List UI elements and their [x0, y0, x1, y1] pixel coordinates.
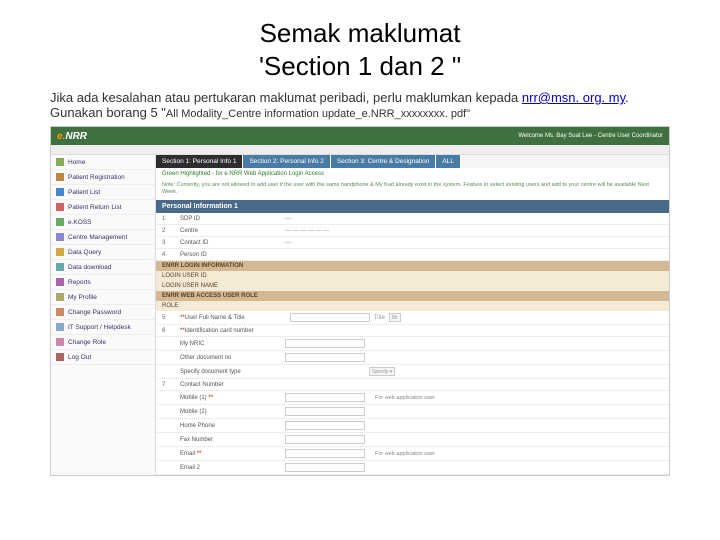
row-personid: 4Person ID — [156, 249, 669, 261]
row-idnum: 6**Identification card number — [156, 325, 669, 337]
role-header: ENRR WEB ACCESS USER ROLE — [156, 291, 669, 301]
row-fullname: 5**User Full Name & TitleTitleMr — [156, 311, 669, 325]
sidebar-item-home[interactable]: Home — [51, 155, 155, 170]
slide-title: Semak maklumat — [20, 18, 700, 49]
centre-icon — [56, 233, 64, 241]
row-nric: My NRIC — [156, 337, 669, 351]
download-icon — [56, 263, 64, 271]
fax-input[interactable] — [285, 435, 365, 444]
sidebar-item-data-download[interactable]: Data download — [51, 260, 155, 275]
sidebar-item-reports[interactable]: Reports — [51, 275, 155, 290]
title-select[interactable]: Mr — [389, 313, 401, 322]
login-header: ENRR LOGIN INFORMATION — [156, 261, 669, 271]
role-icon — [56, 338, 64, 346]
logo: e.NRR — [57, 131, 87, 142]
note-info: Note: Currently, you are not allowed to … — [156, 180, 669, 200]
row-mobile2: Mobile (2) — [156, 405, 669, 419]
fullname-input[interactable] — [290, 313, 370, 322]
mobile2-input[interactable] — [285, 407, 365, 416]
sidebar-item-centre-mgmt[interactable]: Centre Management — [51, 230, 155, 245]
sidebar-item-data-query[interactable]: Data Query — [51, 245, 155, 260]
sidebar-item-patient-list[interactable]: Patient List — [51, 185, 155, 200]
tabs: Section 1: Personal Info 1 Section 2: Pe… — [156, 155, 669, 168]
toolbar — [51, 145, 669, 155]
row-homephone: Home Phone — [156, 419, 669, 433]
row-login-user: LOGIN USER ID — [156, 271, 669, 281]
row-login-name: LOGIN USER NAME — [156, 281, 669, 291]
email-link[interactable]: nrr@msn. org. my — [522, 90, 625, 105]
email2-input[interactable] — [285, 463, 365, 472]
app-screenshot: e.NRR Welcome Ms. Bay Suat Lee - Centre … — [50, 126, 670, 476]
mobile1-input[interactable] — [285, 393, 365, 402]
homephone-input[interactable] — [285, 421, 365, 430]
row-sdpid: 1SDP ID— — [156, 213, 669, 225]
sidebar-item-ekoss[interactable]: e.KOSS — [51, 215, 155, 230]
password-icon — [56, 308, 64, 316]
sidebar-item-support[interactable]: IT Support / Helpdesk — [51, 320, 155, 335]
email-input[interactable] — [285, 449, 365, 458]
row-email2: Email 2 — [156, 461, 669, 475]
profile-icon — [56, 293, 64, 301]
row-contactid: 3Contact ID— — [156, 237, 669, 249]
welcome-text: Welcome Ms. Bay Suat Lee - Centre User C… — [518, 133, 663, 139]
nric-input[interactable] — [285, 339, 365, 348]
reports-icon — [56, 278, 64, 286]
sidebar-item-change-pwd[interactable]: Change Password — [51, 305, 155, 320]
tab-section2[interactable]: Section 2: Personal Info 2 — [243, 155, 330, 168]
return-icon — [56, 203, 64, 211]
tab-section1[interactable]: Section 1: Personal Info 1 — [156, 155, 243, 168]
slide-desc: Jika ada kesalahan atau pertukaran maklu… — [50, 90, 670, 120]
query-icon — [56, 248, 64, 256]
row-centre: 2Centre— — — — — — — [156, 225, 669, 237]
row-mobile1: Mobile (1) **For web application user — [156, 391, 669, 405]
row-email: Email **For web application user — [156, 447, 669, 461]
row-fax: Fax Number — [156, 433, 669, 447]
slide-subtitle: 'Section 1 dan 2 " — [20, 51, 700, 82]
list-icon — [56, 188, 64, 196]
otherdoc-input[interactable] — [285, 353, 365, 362]
logout-icon — [56, 353, 64, 361]
sidebar-item-return-list[interactable]: Patient Return List — [51, 200, 155, 215]
sidebar-item-profile[interactable]: My Profile — [51, 290, 155, 305]
home-icon — [56, 158, 64, 166]
note-green: Green Highlighted - for e.NRR Web Applic… — [156, 168, 669, 180]
row-otherdoc: Other document no — [156, 351, 669, 365]
sidebar: Home Patient Registration Patient List P… — [51, 155, 156, 475]
register-icon — [56, 173, 64, 181]
panel-header: Personal Information 1 — [156, 200, 669, 213]
topbar: e.NRR Welcome Ms. Bay Suat Lee - Centre … — [51, 127, 669, 145]
doctype-select[interactable]: Specify ▾ — [369, 367, 395, 376]
sidebar-item-logout[interactable]: Log Out — [51, 350, 155, 365]
sidebar-item-change-role[interactable]: Change Role — [51, 335, 155, 350]
row-doctype: Specify document typeSpecify ▾ — [156, 365, 669, 379]
sidebar-item-patient-reg[interactable]: Patient Registration — [51, 170, 155, 185]
row-role: ROLE — [156, 301, 669, 311]
row-contact: 7Contact Number — [156, 379, 669, 391]
support-icon — [56, 323, 64, 331]
ekoss-icon — [56, 218, 64, 226]
content: Section 1: Personal Info 1 Section 2: Pe… — [156, 155, 669, 475]
tab-section3[interactable]: Section 3: Centre & Designation — [331, 155, 437, 168]
tab-all[interactable]: ALL — [436, 155, 461, 168]
